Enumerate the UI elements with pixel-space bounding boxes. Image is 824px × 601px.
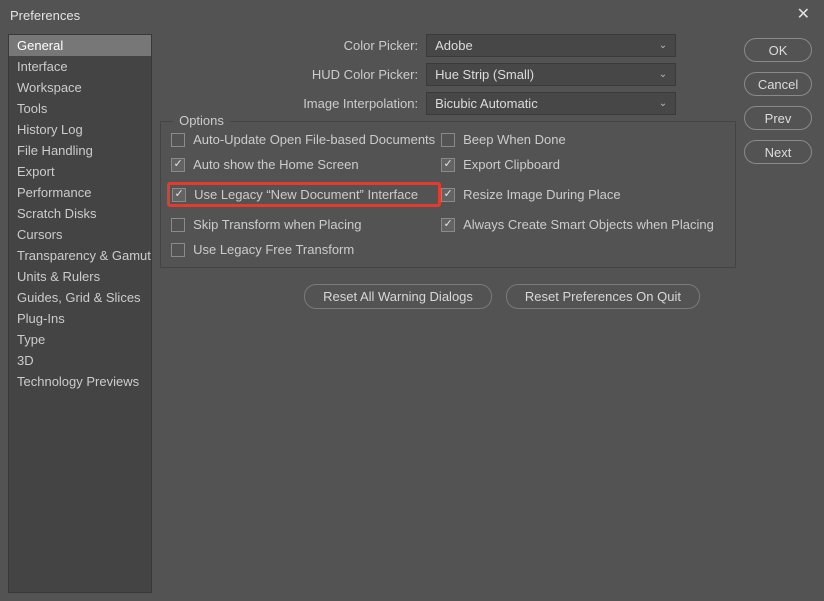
image-interpolation-value: Bicubic Automatic	[435, 96, 538, 111]
sidebar-item[interactable]: Type	[9, 329, 151, 350]
hud-color-picker-value: Hue Strip (Small)	[435, 67, 534, 82]
sidebar-item-label: Tools	[17, 101, 47, 116]
sidebar-item-label: Type	[17, 332, 45, 347]
options-legend: Options	[173, 113, 230, 128]
checkbox-icon	[171, 133, 185, 147]
sidebar-item[interactable]: Scratch Disks	[9, 203, 151, 224]
option-checkbox[interactable]: Auto-Update Open File-based Documents	[171, 132, 441, 147]
image-interpolation-select[interactable]: Bicubic Automatic ⌄	[426, 92, 676, 115]
sidebar-item-label: Technology Previews	[17, 374, 139, 389]
option-label: Export Clipboard	[463, 157, 560, 172]
prev-button[interactable]: Prev	[744, 106, 812, 130]
checkbox-icon: ✓	[441, 158, 455, 172]
sidebar-item[interactable]: Tools	[9, 98, 151, 119]
sidebar-item-label: Plug-Ins	[17, 311, 65, 326]
options-fieldset: Options Auto-Update Open File-based Docu…	[160, 121, 736, 268]
color-picker-value: Adobe	[435, 38, 473, 53]
reset-prefs-button[interactable]: Reset Preferences On Quit	[506, 284, 700, 309]
sidebar-item-label: File Handling	[17, 143, 93, 158]
sidebar-item-label: Cursors	[17, 227, 63, 242]
color-picker-label: Color Picker:	[158, 38, 418, 53]
sidebar-item[interactable]: Performance	[9, 182, 151, 203]
cancel-button[interactable]: Cancel	[744, 72, 812, 96]
option-label: Auto-Update Open File-based Documents	[193, 132, 435, 147]
option-label: Skip Transform when Placing	[193, 217, 361, 232]
sidebar-item[interactable]: Transparency & Gamut	[9, 245, 151, 266]
option-checkbox[interactable]: ✓ Always Create Smart Objects when Placin…	[441, 217, 725, 232]
category-sidebar: General Interface Workspace Tools History Lo…	[8, 34, 152, 593]
option-label: Use Legacy Free Transform	[193, 242, 354, 257]
checkbox-icon: ✓	[171, 158, 185, 172]
sidebar-item-label: General	[17, 38, 63, 53]
option-label: Beep When Done	[463, 132, 566, 147]
reset-warnings-button[interactable]: Reset All Warning Dialogs	[304, 284, 492, 309]
hud-color-picker-row: HUD Color Picker: Hue Strip (Small) ⌄	[158, 63, 736, 86]
checkbox-icon: ✓	[441, 188, 455, 202]
sidebar-item[interactable]: Technology Previews	[9, 371, 151, 392]
sidebar-item[interactable]: Interface	[9, 56, 151, 77]
sidebar-item[interactable]: 3D	[9, 350, 151, 371]
sidebar-item-label: Workspace	[17, 80, 82, 95]
options-grid: Auto-Update Open File-based Documents Bee…	[171, 132, 725, 257]
chevron-down-icon: ⌄	[659, 98, 667, 109]
color-picker-select[interactable]: Adobe ⌄	[426, 34, 676, 57]
color-picker-row: Color Picker: Adobe ⌄	[158, 34, 736, 57]
option-checkbox[interactable]: ✓ Use Legacy “New Document” Interface	[167, 182, 441, 207]
option-label: Auto show the Home Screen	[193, 157, 358, 172]
option-checkbox[interactable]: ✓ Export Clipboard	[441, 157, 725, 172]
hud-color-picker-label: HUD Color Picker:	[158, 67, 418, 82]
sidebar-item[interactable]: Export	[9, 161, 151, 182]
sidebar-item-label: Scratch Disks	[17, 206, 96, 221]
checkbox-icon: ✓	[172, 188, 186, 202]
next-button[interactable]: Next	[744, 140, 812, 164]
option-label: Always Create Smart Objects when Placing	[463, 217, 714, 232]
sidebar-item-label: Interface	[17, 59, 68, 74]
sidebar-item-label: Units & Rulers	[17, 269, 100, 284]
bottom-button-row: Reset All Warning Dialogs Reset Preferen…	[304, 284, 736, 309]
chevron-down-icon: ⌄	[659, 69, 667, 80]
close-icon[interactable]: ✕	[797, 7, 810, 23]
checkbox-icon	[441, 133, 455, 147]
checkbox-icon: ✓	[441, 218, 455, 232]
sidebar-item[interactable]: General	[9, 35, 151, 56]
option-label: Resize Image During Place	[463, 187, 621, 202]
option-checkbox[interactable]: ✓ Resize Image During Place	[441, 182, 725, 207]
window-title: Preferences	[10, 8, 80, 23]
dialog-body: General Interface Workspace Tools History Lo…	[0, 30, 824, 601]
option-checkbox[interactable]: Beep When Done	[441, 132, 725, 147]
sidebar-item-label: Performance	[17, 185, 91, 200]
option-label: Use Legacy “New Document” Interface	[194, 187, 418, 202]
sidebar-item[interactable]: Workspace	[9, 77, 151, 98]
main-panel: Color Picker: Adobe ⌄ HUD Color Picker: …	[152, 34, 740, 593]
sidebar-item-label: Export	[17, 164, 55, 179]
option-checkbox[interactable]: Use Legacy Free Transform	[171, 242, 441, 257]
sidebar-item-label: 3D	[17, 353, 34, 368]
sidebar-item-label: Transparency & Gamut	[17, 248, 151, 263]
sidebar-item[interactable]: History Log	[9, 119, 151, 140]
ok-button[interactable]: OK	[744, 38, 812, 62]
sidebar-item[interactable]: Cursors	[9, 224, 151, 245]
sidebar-item[interactable]: Guides, Grid & Slices	[9, 287, 151, 308]
sidebar-item-label: Guides, Grid & Slices	[17, 290, 141, 305]
hud-color-picker-select[interactable]: Hue Strip (Small) ⌄	[426, 63, 676, 86]
sidebar-item[interactable]: File Handling	[9, 140, 151, 161]
option-checkbox[interactable]: ✓ Auto show the Home Screen	[171, 157, 441, 172]
checkbox-icon	[171, 243, 185, 257]
checkbox-icon	[171, 218, 185, 232]
image-interpolation-row: Image Interpolation: Bicubic Automatic ⌄	[158, 92, 736, 115]
sidebar-item-label: History Log	[17, 122, 83, 137]
option-checkbox[interactable]: Skip Transform when Placing	[171, 217, 441, 232]
dialog-buttons: OK Cancel Prev Next	[740, 34, 816, 593]
chevron-down-icon: ⌄	[659, 40, 667, 51]
sidebar-item[interactable]: Units & Rulers	[9, 266, 151, 287]
image-interpolation-label: Image Interpolation:	[158, 96, 418, 111]
titlebar: Preferences ✕	[0, 0, 824, 30]
sidebar-item[interactable]: Plug-Ins	[9, 308, 151, 329]
